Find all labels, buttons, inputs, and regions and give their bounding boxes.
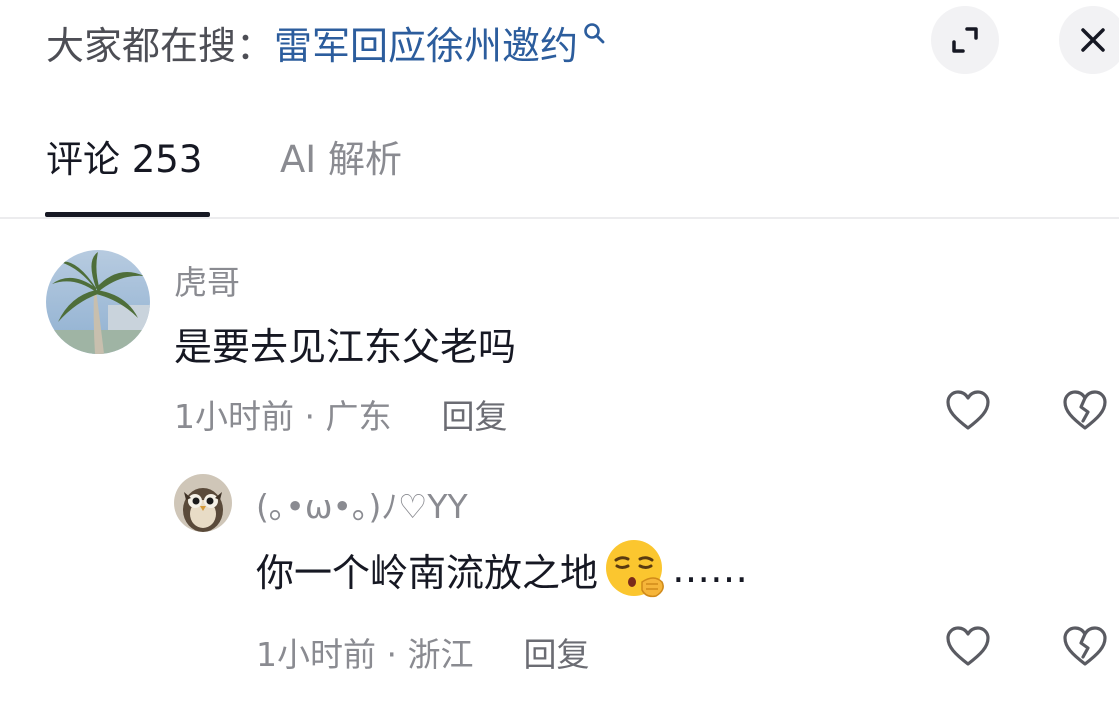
heart-icon bbox=[946, 390, 990, 430]
reply-username[interactable]: (｡•ω•｡)ﾉ♡YY bbox=[256, 480, 468, 528]
reply-time-location: 1小时前 · 浙江 bbox=[256, 635, 474, 674]
tabs-divider bbox=[0, 217, 1119, 219]
search-icon[interactable] bbox=[582, 21, 606, 45]
close-button[interactable] bbox=[1059, 6, 1119, 74]
avatar-owl[interactable] bbox=[174, 474, 232, 532]
heart-icon bbox=[946, 626, 990, 666]
comment-meta: 1小时前 · 广东 回复 bbox=[174, 390, 507, 438]
trending-query-link[interactable]: 雷军回应徐州邀约 bbox=[274, 15, 578, 70]
reply-button[interactable]: 回复 bbox=[441, 390, 507, 438]
comment-time-location: 1小时前 · 广东 bbox=[174, 397, 392, 436]
close-icon bbox=[1081, 28, 1105, 52]
expand-icon bbox=[952, 27, 978, 53]
reply-text-body: 你一个岭南流放之地 bbox=[256, 550, 599, 595]
reply-meta: 1小时前 · 浙江 回复 bbox=[256, 628, 589, 676]
comment-username[interactable]: 虎哥 bbox=[174, 256, 240, 304]
broken-heart-icon bbox=[1063, 390, 1107, 430]
reply-like-button[interactable] bbox=[944, 622, 992, 670]
dislike-button[interactable] bbox=[1061, 386, 1109, 434]
like-button[interactable] bbox=[944, 386, 992, 434]
reply-dislike-button[interactable] bbox=[1061, 622, 1109, 670]
reply-text: 你一个岭南流放之地 …… bbox=[256, 538, 748, 600]
reply-text-suffix: …… bbox=[672, 547, 749, 591]
trending-search-bar[interactable]: 大家都在搜： 雷军回应徐州邀约 bbox=[46, 14, 606, 70]
tab-ai-analysis[interactable]: AI 解析 bbox=[280, 134, 402, 186]
expand-button[interactable] bbox=[931, 6, 999, 74]
hushed-emoji bbox=[606, 540, 664, 598]
comment-text: 是要去见江东父老吗 bbox=[174, 325, 517, 369]
avatar-palm-tree[interactable] bbox=[46, 250, 150, 354]
reply-reply-button[interactable]: 回复 bbox=[523, 628, 589, 676]
broken-heart-icon bbox=[1063, 626, 1107, 666]
trending-label: 大家都在搜： bbox=[46, 23, 275, 68]
tab-comments[interactable]: 评论 253 bbox=[46, 134, 202, 186]
